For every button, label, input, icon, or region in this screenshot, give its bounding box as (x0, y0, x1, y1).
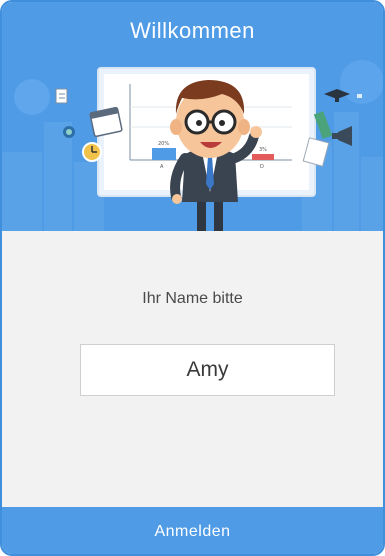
board-x-label-a: A (160, 164, 164, 170)
board-bar-2 (252, 154, 274, 160)
login-button[interactable]: Anmelden (2, 507, 383, 554)
clipboard-icon (55, 88, 68, 104)
page-title: Willkommen (130, 18, 255, 43)
book-icon (313, 111, 333, 139)
board-x-label-d: D (260, 164, 264, 170)
board-bar-label-1: 20% (158, 141, 169, 147)
hero-banner: 20% 3% A D Willkommen (2, 2, 383, 231)
clock-icon (82, 142, 102, 162)
name-input[interactable] (80, 344, 335, 396)
chart-icon (63, 126, 75, 138)
board-bar-1 (152, 148, 176, 160)
name-prompt-label: Ihr Name bitte (142, 290, 243, 307)
board-bar-label-2: 3% (259, 147, 267, 153)
welcome-card: 20% 3% A D Willkommen Ihr Name bitte Amy… (0, 0, 385, 556)
calendar-icon (89, 106, 123, 138)
